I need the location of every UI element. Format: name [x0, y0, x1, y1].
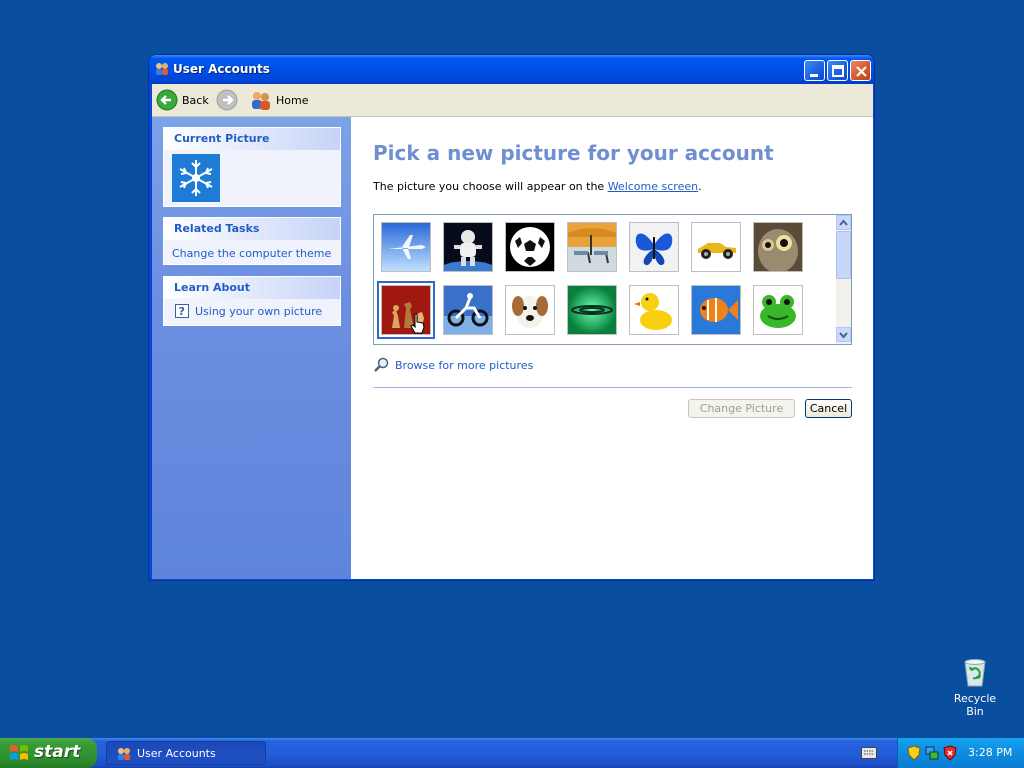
learn-about-title: Learn About — [164, 277, 340, 299]
picture-list[interactable] — [373, 214, 852, 345]
clock[interactable]: 3:28 PM — [968, 746, 1012, 759]
taskbar-button-user-accounts[interactable]: User Accounts — [106, 741, 266, 765]
separator-line — [373, 387, 852, 388]
minimize-button[interactable] — [804, 60, 825, 81]
system-tray: 3:28 PM — [897, 738, 1024, 768]
picture-astronaut[interactable] — [443, 222, 493, 272]
security-shield-icon[interactable] — [907, 745, 921, 761]
network-icon[interactable] — [925, 745, 939, 761]
magnifier-icon — [374, 357, 389, 372]
navigation-toolbar: Back Home — [152, 84, 873, 117]
page-heading: Pick a new picture for your account — [373, 141, 774, 165]
picture-butterfly[interactable] — [629, 222, 679, 272]
cancel-button[interactable]: Cancel — [805, 399, 852, 418]
taskbar-button-label: User Accounts — [137, 747, 216, 760]
maximize-button[interactable] — [827, 60, 848, 81]
browse-pictures-link[interactable]: Browse for more pictures — [373, 357, 533, 373]
maximize-icon — [832, 65, 844, 77]
start-label: start — [34, 742, 81, 762]
taskbar: start User Accounts 3:28 PM — [0, 738, 1024, 768]
welcome-screen-link[interactable]: Welcome screen — [608, 180, 698, 193]
change-computer-theme-link[interactable]: Change the computer theme — [172, 247, 332, 260]
picture-dog[interactable] — [505, 285, 555, 335]
picture-race-car[interactable] — [691, 222, 741, 272]
user-accounts-window: User Accounts Back Home Current Picture … — [148, 54, 875, 581]
snowflake-picture — [172, 154, 220, 202]
learn-about-box: Learn About ? Using your own picture — [163, 276, 341, 326]
help-icon: ? — [175, 304, 189, 318]
user-accounts-icon — [118, 748, 130, 760]
picture-beach-chairs[interactable] — [567, 222, 617, 272]
task-pane: Current Picture Related Tasks Change the… — [152, 117, 351, 579]
current-picture-title: Current Picture — [164, 128, 340, 150]
using-own-picture-link[interactable]: ? Using your own picture — [175, 304, 329, 318]
keyboard-icon[interactable] — [861, 747, 877, 759]
related-tasks-title: Related Tasks — [164, 218, 340, 240]
recycle-bin-label: Recycle Bin — [953, 692, 997, 718]
picture-frog[interactable] — [753, 285, 803, 335]
picture-fish[interactable] — [691, 285, 741, 335]
picture-green-ripple[interactable] — [567, 285, 617, 335]
home-button[interactable]: Home — [250, 88, 308, 112]
minimize-icon — [810, 74, 818, 77]
hand-cursor-icon — [410, 313, 425, 334]
forward-button[interactable] — [216, 88, 238, 112]
chevron-down-icon — [839, 332, 848, 339]
current-picture-box: Current Picture — [163, 127, 341, 207]
scroll-thumb[interactable] — [836, 231, 851, 279]
close-icon — [856, 66, 867, 77]
main-panel: Pick a new picture for your account The … — [351, 117, 873, 579]
picture-soccer-ball[interactable] — [505, 222, 555, 272]
close-button[interactable] — [850, 60, 871, 81]
back-button[interactable]: Back — [156, 88, 209, 112]
picture-dirt-bike[interactable] — [443, 285, 493, 335]
description-prefix: The picture you choose will appear on th… — [373, 180, 608, 193]
description: The picture you choose will appear on th… — [373, 180, 702, 193]
back-arrow-icon — [156, 89, 178, 111]
picture-list-scrollbar[interactable] — [836, 215, 851, 344]
picture-owl[interactable] — [753, 222, 803, 272]
window-content: Current Picture Related Tasks Change the… — [152, 117, 873, 579]
title-bar[interactable]: User Accounts — [149, 55, 874, 84]
security-alert-icon[interactable] — [943, 745, 957, 761]
scroll-up-button[interactable] — [836, 215, 851, 230]
description-suffix: . — [698, 180, 702, 193]
recycle-bin[interactable]: Recycle Bin — [944, 656, 1006, 718]
svg-text:?: ? — [179, 305, 185, 318]
forward-arrow-icon — [216, 89, 238, 111]
related-tasks-box: Related Tasks Change the computer theme — [163, 217, 341, 265]
change-picture-button[interactable]: Change Picture — [688, 399, 795, 418]
window-title: User Accounts — [173, 62, 270, 76]
home-users-icon — [252, 92, 270, 110]
back-label: Back — [182, 93, 209, 107]
user-accounts-icon — [156, 63, 168, 75]
home-label: Home — [276, 93, 309, 107]
picture-rubber-duck[interactable] — [629, 285, 679, 335]
chevron-up-icon — [839, 219, 848, 226]
start-button[interactable]: start — [0, 738, 97, 768]
scroll-down-button[interactable] — [836, 327, 851, 342]
windows-logo-icon — [10, 745, 28, 760]
using-own-picture-label: Using your own picture — [195, 304, 323, 318]
browse-label: Browse for more pictures — [395, 358, 534, 372]
recycle-bin-icon — [964, 659, 986, 687]
picture-airplane[interactable] — [381, 222, 431, 272]
